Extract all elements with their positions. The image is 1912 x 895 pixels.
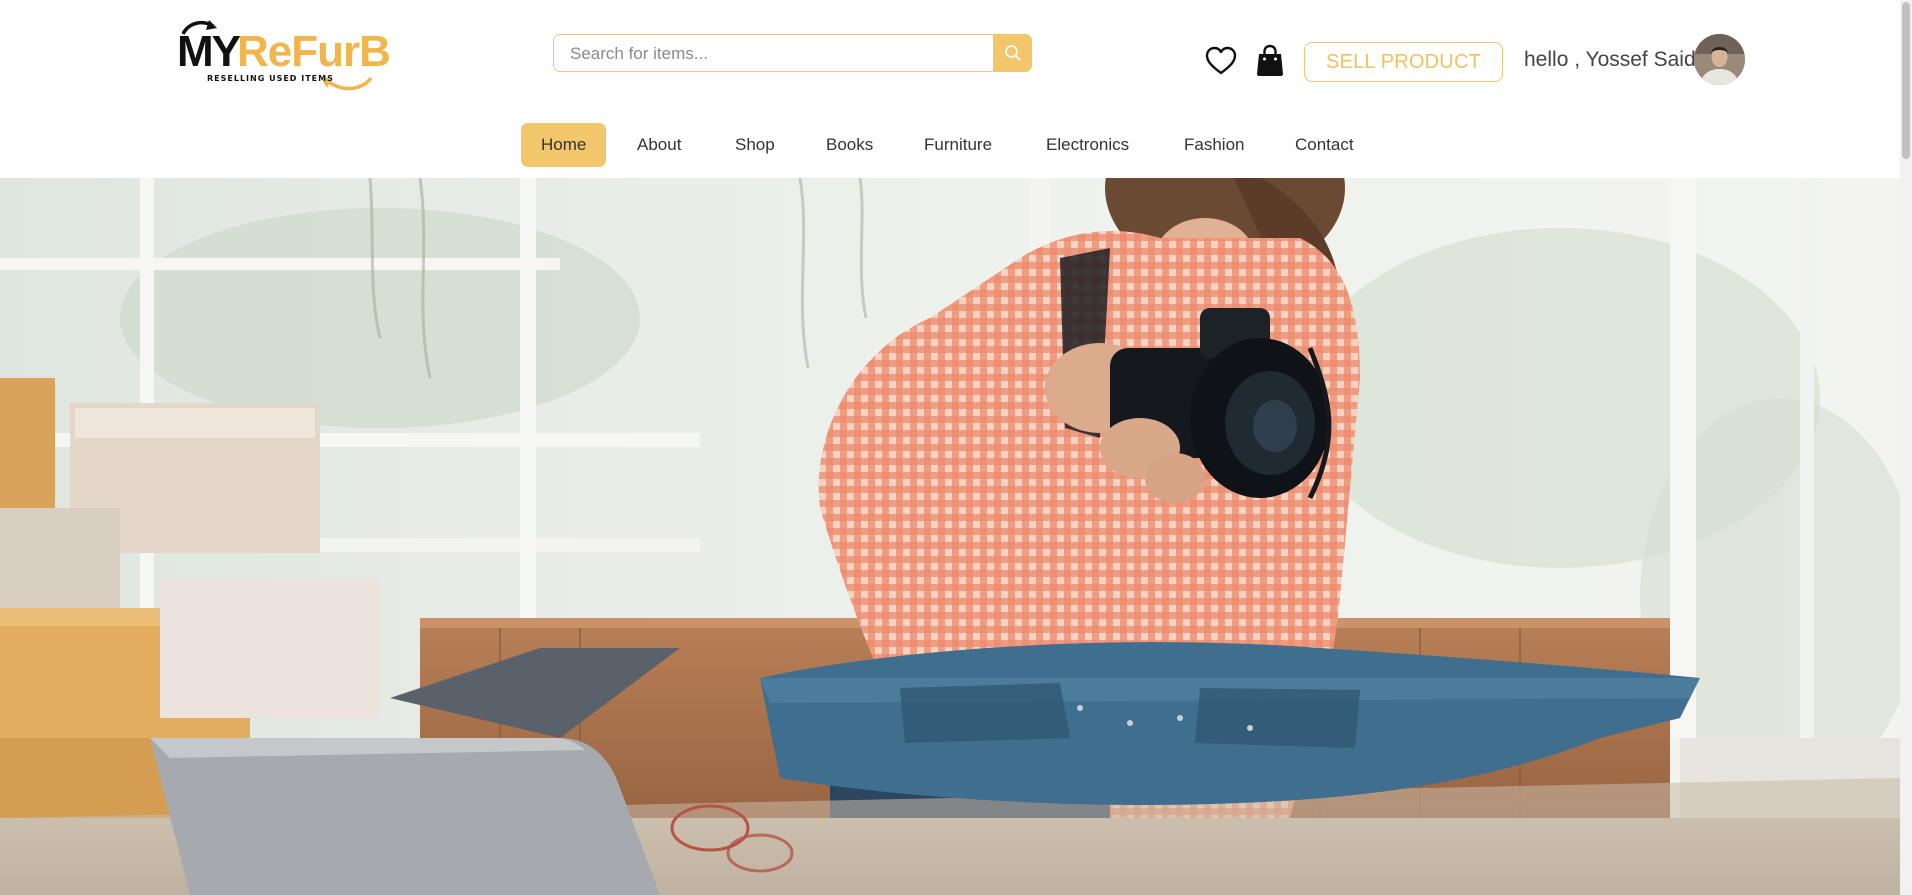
nav-item-about[interactable]: About xyxy=(617,123,701,167)
page-scrollbar[interactable] xyxy=(1900,0,1912,895)
heart-icon[interactable] xyxy=(1205,46,1237,76)
sell-product-button[interactable]: SELL PRODUCT xyxy=(1304,42,1503,82)
nav-item-books[interactable]: Books xyxy=(806,123,893,167)
user-greeting: hello , Yossef Said xyxy=(1524,48,1696,71)
search-bar xyxy=(553,34,1032,73)
avatar-image xyxy=(1694,34,1745,85)
search-button[interactable] xyxy=(993,34,1032,72)
scrollbar-thumb[interactable] xyxy=(1902,2,1910,159)
nav-item-furniture[interactable]: Furniture xyxy=(904,123,1012,167)
logo-tagline: RESELLING USED ITEMS xyxy=(207,74,334,83)
nav-item-shop[interactable]: Shop xyxy=(715,123,795,167)
brand-logo[interactable]: MY ReFurB RESELLING USED ITEMS xyxy=(175,16,391,96)
hero-image xyxy=(0,178,1900,895)
nav-item-home[interactable]: Home xyxy=(521,123,607,167)
nav-item-electronics[interactable]: Electronics xyxy=(1026,123,1149,167)
search-icon xyxy=(1004,45,1021,61)
logo-text-refurb: ReFurB xyxy=(237,27,391,76)
search-input[interactable] xyxy=(568,35,992,73)
site-header: MY ReFurB RESELLING USED ITEMS SELL PROD… xyxy=(0,0,1900,113)
hero-banner xyxy=(0,178,1900,895)
nav-item-contact[interactable]: Contact xyxy=(1275,123,1374,167)
main-nav: Home About Shop Books Furniture Electron… xyxy=(0,112,1900,178)
user-avatar[interactable] xyxy=(1694,34,1745,85)
logo-text-my: MY xyxy=(177,27,241,76)
shopping-bag-icon[interactable] xyxy=(1256,44,1284,76)
nav-item-fashion[interactable]: Fashion xyxy=(1164,123,1264,167)
